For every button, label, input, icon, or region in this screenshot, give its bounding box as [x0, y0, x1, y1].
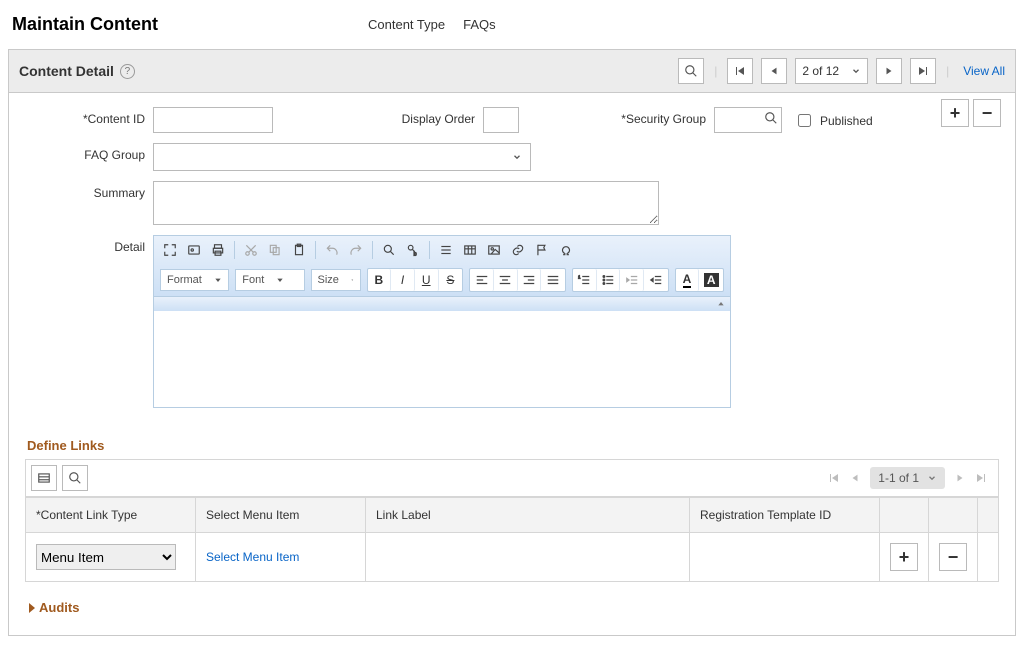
separator — [372, 241, 373, 259]
rich-text-editor: b Format Font Size — [153, 235, 731, 408]
table-icon[interactable] — [460, 240, 480, 260]
rte-content-area[interactable] — [154, 311, 730, 407]
content-type-label: Content Type — [368, 17, 445, 32]
italic-icon[interactable]: I — [391, 269, 415, 291]
bold-icon[interactable]: B — [368, 269, 392, 291]
record-selector[interactable]: 2 of 12 — [795, 58, 868, 84]
ul-icon[interactable] — [597, 269, 621, 291]
page-title: Maintain Content — [8, 14, 368, 35]
view-all-link[interactable]: View All — [959, 64, 1005, 78]
link-type-select[interactable]: Menu Item — [36, 544, 176, 570]
record-pager-text: 2 of 12 — [802, 64, 839, 78]
align-center-icon[interactable] — [494, 269, 518, 291]
security-group-label: *Security Group — [519, 107, 714, 126]
list-icon[interactable] — [436, 240, 456, 260]
panel-title: Content Detail — [19, 63, 114, 79]
copy-icon — [265, 240, 285, 260]
col-link-label[interactable]: Link Label — [366, 498, 690, 533]
published-label: Published — [820, 114, 873, 128]
row-add-button[interactable]: + — [890, 543, 918, 571]
grid-first-icon — [828, 472, 840, 484]
audits-toggle[interactable]: Audits — [25, 582, 999, 615]
grid-prev-icon — [850, 472, 860, 484]
omega-icon[interactable] — [556, 240, 576, 260]
col-reg-template[interactable]: Registration Template ID — [690, 498, 880, 533]
delete-row-button[interactable]: − — [973, 99, 1001, 127]
underline-icon[interactable]: U — [415, 269, 439, 291]
define-links-heading: Define Links — [25, 408, 999, 459]
content-id-input[interactable] — [153, 107, 273, 133]
security-group-lookup-icon[interactable] — [764, 111, 778, 125]
grid-rows-icon[interactable] — [31, 465, 57, 491]
align-left-icon[interactable] — [470, 269, 494, 291]
rte-collapse-icon[interactable] — [154, 297, 730, 311]
col-menu-item[interactable]: Select Menu Item — [196, 498, 366, 533]
svg-text:b: b — [414, 251, 417, 257]
ol-icon[interactable]: 1 — [573, 269, 597, 291]
flag-icon[interactable] — [532, 240, 552, 260]
content-detail-panel: Content Detail ? | 2 of 12 — [8, 49, 1016, 636]
align-right-icon[interactable] — [518, 269, 542, 291]
svg-text:1: 1 — [578, 274, 581, 279]
outdent-icon — [620, 269, 644, 291]
grid-next-icon — [955, 472, 965, 484]
summary-textarea[interactable] — [153, 181, 659, 225]
find-icon[interactable] — [379, 240, 399, 260]
define-links-table: *Content Link Type Select Menu Item Link… — [25, 497, 999, 582]
indent-icon[interactable] — [644, 269, 668, 291]
content-id-label: *Content ID — [25, 107, 153, 126]
first-button[interactable] — [727, 58, 753, 84]
grid-last-icon — [975, 472, 987, 484]
last-button[interactable] — [910, 58, 936, 84]
text-color-icon[interactable]: A — [676, 269, 700, 291]
summary-label: Summary — [25, 181, 153, 200]
separator: | — [944, 64, 951, 78]
print-icon[interactable] — [208, 240, 228, 260]
next-button[interactable] — [876, 58, 902, 84]
bg-color-icon[interactable]: A — [699, 269, 723, 291]
table-row: Menu Item Select Menu Item + − — [26, 533, 999, 582]
add-row-button[interactable]: + — [941, 99, 969, 127]
faq-group-label: FAQ Group — [25, 143, 153, 162]
published-checkbox[interactable] — [798, 114, 811, 127]
grid-pager[interactable]: 1-1 of 1 — [870, 467, 945, 489]
select-menu-item-link[interactable]: Select Menu Item — [206, 550, 299, 564]
display-order-input[interactable] — [483, 107, 519, 133]
display-order-label: Display Order — [273, 107, 483, 126]
maximize-icon[interactable] — [160, 240, 180, 260]
find-button[interactable] — [678, 58, 704, 84]
faq-group-select[interactable] — [153, 143, 531, 171]
size-combo[interactable]: Size — [311, 269, 361, 291]
strike-icon[interactable]: S — [439, 269, 463, 291]
detail-label: Detail — [25, 235, 153, 254]
prev-button[interactable] — [761, 58, 787, 84]
separator — [315, 241, 316, 259]
grid-find-icon[interactable] — [62, 465, 88, 491]
col-link-type[interactable]: *Content Link Type — [26, 498, 196, 533]
format-combo[interactable]: Format — [160, 269, 229, 291]
separator: | — [712, 64, 719, 78]
help-icon[interactable]: ? — [120, 64, 135, 79]
link-icon[interactable] — [508, 240, 528, 260]
replace-icon[interactable]: b — [403, 240, 423, 260]
paste-icon[interactable] — [289, 240, 309, 260]
row-delete-button[interactable]: − — [939, 543, 967, 571]
content-type-value: FAQs — [463, 17, 496, 32]
align-justify-icon[interactable] — [541, 269, 565, 291]
redo-icon — [346, 240, 366, 260]
cut-icon — [241, 240, 261, 260]
image-icon[interactable] — [484, 240, 504, 260]
preview-icon[interactable] — [184, 240, 204, 260]
separator — [234, 241, 235, 259]
expand-icon — [29, 603, 35, 613]
undo-icon — [322, 240, 342, 260]
font-combo[interactable]: Font — [235, 269, 304, 291]
separator — [429, 241, 430, 259]
